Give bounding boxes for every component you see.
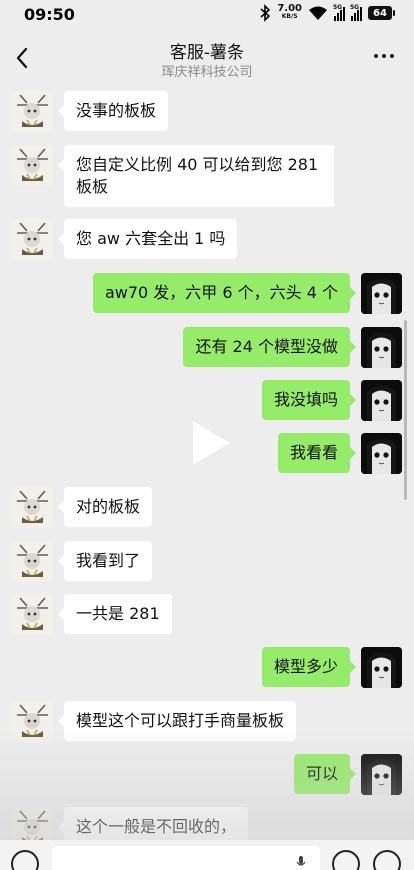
message-row: 您 aw 六套全出 1 吗	[12, 219, 238, 260]
message-row: 对的板板	[12, 487, 153, 528]
signal-label-1: 5G	[333, 4, 343, 11]
message-row: 还有 24 个模型没做	[183, 327, 402, 368]
voice-icon[interactable]	[11, 850, 39, 870]
message-input[interactable]	[52, 846, 320, 870]
mic-icon[interactable]	[296, 856, 306, 870]
message-row: 可以	[293, 754, 402, 795]
signal-label-2: 5G	[350, 4, 360, 11]
user-avatar[interactable]	[361, 647, 402, 688]
wifi-icon	[309, 6, 327, 20]
chat-screen: 09:50 7.00 KB/S 5G 5G 64 客服-薯条 珲庆祥科技公司 没…	[0, 0, 414, 870]
user-avatar[interactable]	[361, 754, 402, 795]
message-bubble[interactable]: 可以	[293, 754, 357, 794]
status-bar: 09:50 7.00 KB/S 5G 5G 64	[0, 0, 414, 30]
input-bar	[0, 840, 414, 870]
message-row: 您自定义比例 40 可以给到您 281 板板	[12, 145, 334, 207]
emoji-icon[interactable]	[332, 850, 360, 870]
user-avatar[interactable]	[361, 433, 402, 474]
status-time: 09:50	[24, 5, 75, 24]
shop-avatar[interactable]	[12, 91, 53, 132]
scrollbar[interactable]	[404, 320, 407, 500]
message-bubble[interactable]: 没事的板板	[57, 91, 169, 131]
shop-avatar[interactable]	[12, 541, 53, 582]
message-row: aw70 发，六甲 6 个，六头 4 个	[92, 273, 402, 314]
message-bubble[interactable]: 您自定义比例 40 可以给到您 281 板板	[58, 145, 334, 207]
bluetooth-icon	[260, 4, 271, 22]
net-speed: 7.00 KB/S	[277, 3, 302, 21]
message-row: 模型这个可以跟打手商量板板	[12, 701, 297, 742]
message-row: 我看到了	[12, 541, 153, 582]
plus-icon[interactable]	[373, 850, 401, 870]
shop-avatar[interactable]	[12, 219, 53, 260]
message-bubble[interactable]: 对的板板	[57, 487, 153, 527]
shop-avatar[interactable]	[12, 487, 53, 528]
shop-avatar[interactable]	[12, 145, 53, 186]
message-bubble[interactable]: 您 aw 六套全出 1 吗	[57, 219, 238, 259]
more-icon[interactable]	[374, 54, 394, 58]
signal-icon-2: 5G	[350, 4, 362, 21]
user-avatar[interactable]	[361, 380, 402, 421]
net-speed-unit: KB/S	[281, 13, 298, 20]
signal-icon: 5G	[333, 4, 345, 21]
status-icons: 7.00 KB/S 5G 5G 64	[259, 3, 395, 22]
chat-title: 客服-薯条	[169, 43, 245, 63]
message-bubble[interactable]: 一共是 281	[58, 594, 172, 634]
message-row: 没事的板板	[12, 91, 169, 132]
message-bubble[interactable]: 还有 24 个模型没做	[183, 327, 356, 367]
play-icon[interactable]	[189, 418, 233, 468]
message-bubble[interactable]: 模型多少	[261, 647, 357, 687]
message-bubble[interactable]: 我没填吗	[261, 380, 357, 420]
message-bubble[interactable]: aw70 发，六甲 6 个，六头 4 个	[92, 273, 357, 313]
message-row: 我没填吗	[261, 380, 402, 421]
message-row: 一共是 281	[12, 594, 172, 635]
message-row: 模型多少	[261, 647, 402, 688]
user-avatar[interactable]	[361, 327, 402, 368]
message-bubble[interactable]: 模型这个可以跟打手商量板板	[57, 701, 297, 741]
shop-avatar[interactable]	[12, 594, 53, 635]
shop-avatar[interactable]	[12, 701, 53, 742]
user-avatar[interactable]	[361, 273, 402, 314]
message-row: 我看看	[277, 433, 402, 474]
net-speed-value: 7.00	[277, 3, 302, 14]
battery-icon: 64	[368, 6, 395, 20]
message-bubble[interactable]: 我看到了	[57, 541, 153, 581]
chat-header: 客服-薯条 珲庆祥科技公司	[0, 30, 414, 86]
message-bubble[interactable]: 我看看	[277, 433, 357, 473]
chat-subtitle: 珲庆祥科技公司	[161, 65, 253, 80]
